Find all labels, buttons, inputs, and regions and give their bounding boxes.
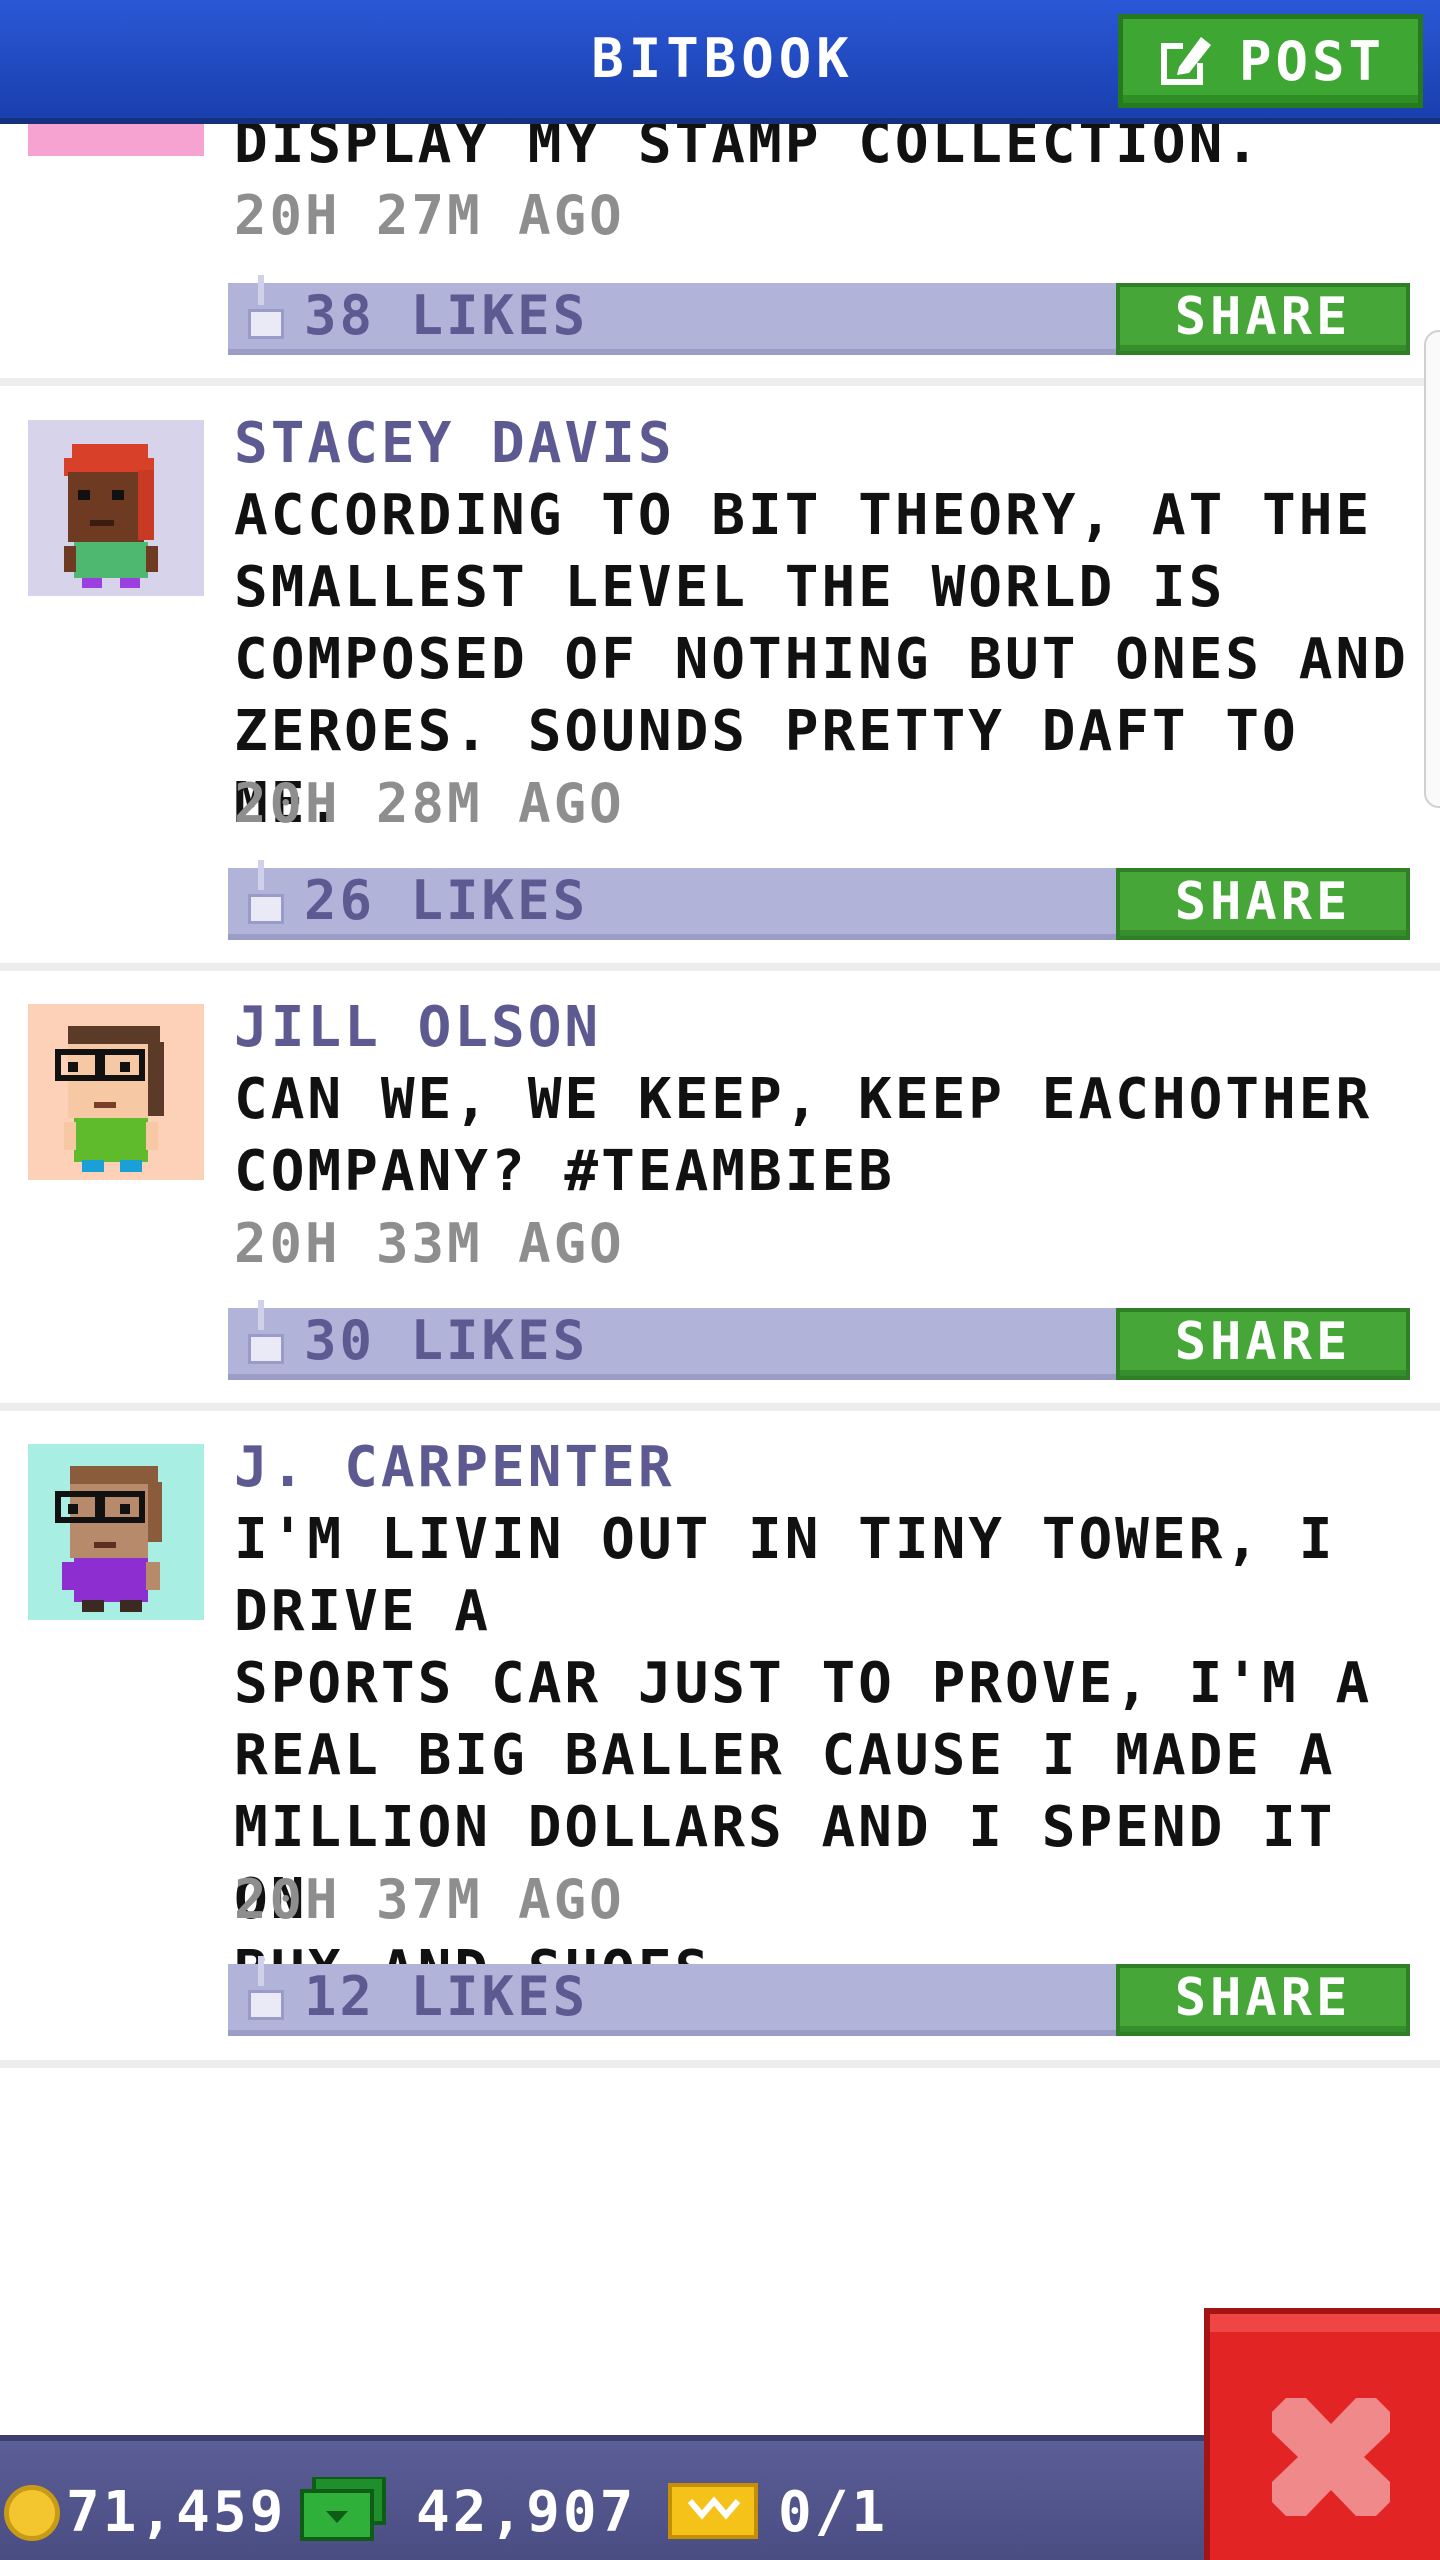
avatar-image — [55, 1026, 164, 1172]
share-button[interactable]: SHARE — [1116, 868, 1410, 940]
likes-bar: 30 LIKES SHARE — [228, 1300, 1410, 1380]
post-divider — [0, 378, 1440, 386]
coin-icon — [4, 2485, 60, 2541]
post-item: J. CARPENTER I'M LIVIN OUT IN TINY TOWER… — [0, 1410, 1440, 2070]
share-button[interactable]: SHARE — [1116, 283, 1410, 355]
post-item: STACEY DAVIS ACCORDING TO BIT THEORY, AT… — [0, 386, 1440, 971]
post-author[interactable]: JILL OLSON — [234, 992, 601, 1064]
post-message: CAN WE, WE KEEP, KEEP EACHOTHER COMPANY?… — [234, 1067, 1373, 1204]
avatar-image — [64, 444, 158, 588]
scrollbar[interactable] — [1424, 330, 1440, 808]
avatar-image — [55, 1466, 162, 1612]
thumbs-up-icon[interactable] — [246, 1956, 284, 2022]
post-timestamp: 20H 27M AGO — [234, 184, 625, 247]
edit-icon — [1161, 37, 1211, 85]
post-button[interactable]: POST — [1118, 14, 1423, 108]
post-button-label: POST — [1239, 29, 1386, 93]
post-timestamp: 20H 28M AGO — [234, 772, 625, 835]
post-divider — [0, 2060, 1440, 2068]
share-button[interactable]: SHARE — [1116, 1308, 1410, 1380]
feed[interactable]: DISPLAY MY STAMP COLLECTION. 20H 27M AGO… — [0, 0, 1440, 2435]
close-icon — [1272, 2398, 1390, 2516]
post-author[interactable]: STACEY DAVIS — [234, 408, 675, 480]
likes-bar: 38 LIKES SHARE — [228, 275, 1410, 355]
likes-count: 12 LIKES — [304, 1965, 589, 2028]
avatar[interactable] — [28, 1004, 204, 1180]
tickets-count: 0/1 — [778, 2480, 889, 2545]
coins-count: 71,459 — [66, 2480, 287, 2545]
avatar[interactable] — [28, 1444, 204, 1620]
close-button[interactable] — [1204, 2308, 1440, 2560]
share-button[interactable]: SHARE — [1116, 1964, 1410, 2036]
bux-count: 42,907 — [416, 2480, 637, 2545]
thumbs-up-icon[interactable] — [246, 860, 284, 926]
likes-count: 26 LIKES — [304, 869, 589, 932]
avatar[interactable] — [28, 420, 204, 596]
post-author[interactable]: J. CARPENTER — [234, 1432, 675, 1504]
likes-bar: 26 LIKES SHARE — [228, 860, 1410, 940]
thumbs-up-icon[interactable] — [246, 275, 284, 341]
post-item: JILL OLSON CAN WE, WE KEEP, KEEP EACHOTH… — [0, 970, 1440, 1411]
likes-count: 30 LIKES — [304, 1309, 589, 1372]
post-timestamp: 20H 37M AGO — [234, 1868, 625, 1931]
likes-bar: 12 LIKES SHARE — [228, 1956, 1410, 2036]
thumbs-up-icon[interactable] — [246, 1300, 284, 1366]
post-timestamp: 20H 33M AGO — [234, 1212, 625, 1275]
likes-count: 38 LIKES — [304, 284, 589, 347]
bitbook-screen: DISPLAY MY STAMP COLLECTION. 20H 27M AGO… — [0, 0, 1440, 2560]
top-bar: BITBOOK POST — [0, 0, 1440, 124]
bux-icon — [300, 2477, 386, 2541]
ticket-icon — [668, 2483, 758, 2539]
